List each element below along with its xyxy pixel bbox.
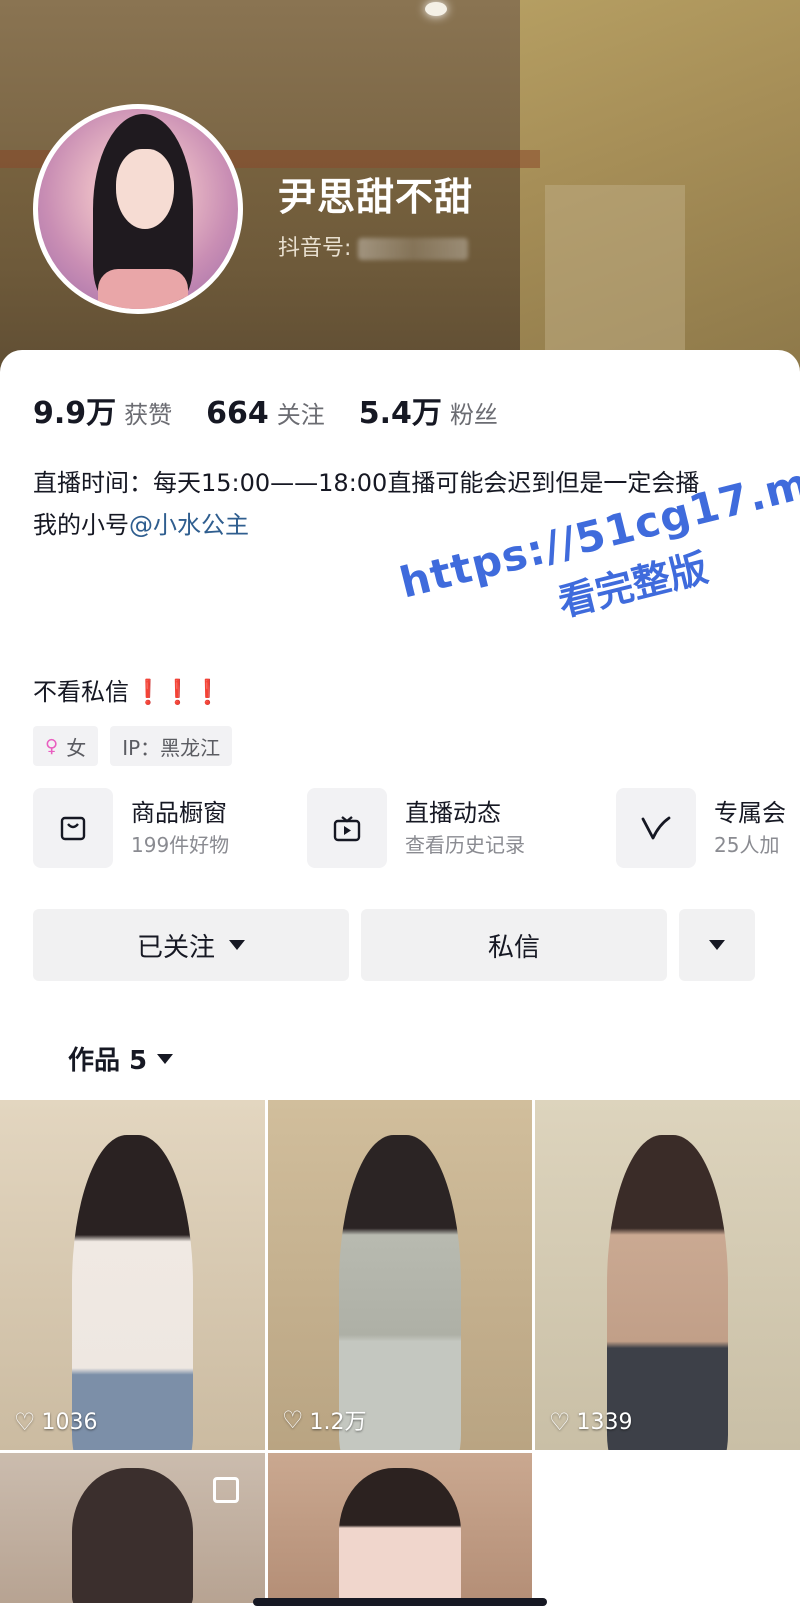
tab-works-label: 作品 5 <box>68 1046 148 1076</box>
profile-stats: 9.9万 获赞 664 关注 5.4万 粉丝 <box>33 388 532 432</box>
tag-ip: IP：黑龙江 <box>110 726 233 766</box>
video-thumbnail[interactable] <box>268 1453 532 1603</box>
ceiling-light <box>425 2 447 16</box>
heart-icon: ♡ <box>549 1408 571 1436</box>
stat-followers[interactable]: 5.4万 粉丝 <box>359 388 498 432</box>
stat-label: 粉丝 <box>449 401 498 429</box>
followed-button[interactable]: 已关注 <box>33 909 349 981</box>
tag-ip-label: IP：黑龙江 <box>122 735 221 760</box>
stat-label: 获赞 <box>124 401 173 429</box>
feature-entries: 商品橱窗 199件好物 直播动态 查看历史记录 专属会 25人加 <box>33 788 800 872</box>
thumbnail-figure <box>71 1135 194 1450</box>
video-likes: ♡ 1036 <box>14 1408 98 1436</box>
followed-button-label: 已关注 <box>136 932 215 963</box>
bio-mention-link[interactable]: @小水公主 <box>129 511 249 539</box>
profile-tags: ♀ 女 IP：黑龙江 <box>33 726 244 766</box>
feature-fan-club[interactable]: 专属会 25人加 <box>616 788 786 868</box>
avatar-face <box>116 149 174 229</box>
thumbnail-figure <box>339 1135 461 1450</box>
profile-nickname: 尹思甜不甜 <box>278 175 474 219</box>
profile-actions: 已关注 私信 <box>33 909 755 981</box>
feature-shop-window[interactable]: 商品橱窗 199件好物 <box>33 788 229 868</box>
female-icon: ♀ <box>45 735 59 757</box>
v-icon <box>616 788 696 868</box>
stat-following[interactable]: 664 关注 <box>206 395 325 431</box>
feature-title: 直播动态 <box>405 799 501 827</box>
bio-alt-prefix: 我的小号 <box>33 511 129 539</box>
video-thumbnail[interactable] <box>0 1453 265 1603</box>
douyin-id-label: 抖音号: <box>278 236 352 261</box>
heart-icon: ♡ <box>282 1406 304 1434</box>
video-thumbnail[interactable]: ♡ 1.2万 <box>268 1100 532 1450</box>
shopping-bag-icon <box>33 788 113 868</box>
douyin-id[interactable]: 抖音号: <box>278 230 469 262</box>
feature-title: 商品橱窗 <box>131 799 227 827</box>
tab-works[interactable]: 作品 5 <box>68 1040 174 1077</box>
feature-live-history[interactable]: 直播动态 查看历史记录 <box>307 788 525 868</box>
video-likes-count: 1339 <box>576 1409 633 1435</box>
stat-likes[interactable]: 9.9万 获赞 <box>33 388 172 432</box>
thumbnail-figure <box>71 1468 194 1603</box>
bio-no-dm: 不看私信 ❗❗❗ <box>33 672 223 707</box>
stat-label: 关注 <box>276 401 325 429</box>
avatar[interactable] <box>33 104 243 314</box>
video-likes: ♡ 1.2万 <box>282 1404 367 1436</box>
thumbnail-figure <box>606 1135 729 1450</box>
caret-down-icon <box>229 940 245 950</box>
bio-no-dm-text: 不看私信 <box>33 678 129 706</box>
douyin-id-blurred-value <box>358 238 469 260</box>
thumbnail-figure <box>339 1468 461 1603</box>
caret-down-icon <box>709 940 725 950</box>
video-thumbnail[interactable]: ♡ 1036 <box>0 1100 265 1450</box>
more-options-button[interactable] <box>679 909 755 981</box>
avatar-clothes <box>98 269 188 309</box>
caret-down-icon <box>157 1053 174 1064</box>
stat-value: 5.4万 <box>358 396 442 431</box>
tag-gender-label: 女 <box>66 735 87 760</box>
feature-subtitle: 查看历史记录 <box>405 833 525 857</box>
tv-icon <box>307 788 387 868</box>
stat-value: 664 <box>206 396 269 431</box>
video-likes: ♡ 1339 <box>549 1408 633 1436</box>
feature-subtitle: 25人加 <box>714 833 780 857</box>
video-likes-count: 1.2万 <box>309 1410 367 1435</box>
video-grid: ♡ 1036 ♡ 1.2万 ♡ 1339 <box>0 1100 800 1603</box>
stat-value: 9.9万 <box>33 396 117 431</box>
multi-image-icon <box>213 1477 239 1503</box>
direct-message-button[interactable]: 私信 <box>361 909 667 981</box>
feature-subtitle: 199件好物 <box>131 833 230 857</box>
direct-message-label: 私信 <box>487 932 540 963</box>
video-likes-count: 1036 <box>41 1409 98 1435</box>
exclamation-icon: ❗❗❗ <box>133 678 223 706</box>
video-thumbnail[interactable]: ♡ 1339 <box>535 1100 800 1450</box>
home-indicator[interactable] <box>253 1598 547 1606</box>
heart-icon: ♡ <box>14 1408 36 1436</box>
tag-gender: ♀ 女 <box>33 726 99 766</box>
feature-title: 专属会 <box>714 799 786 827</box>
